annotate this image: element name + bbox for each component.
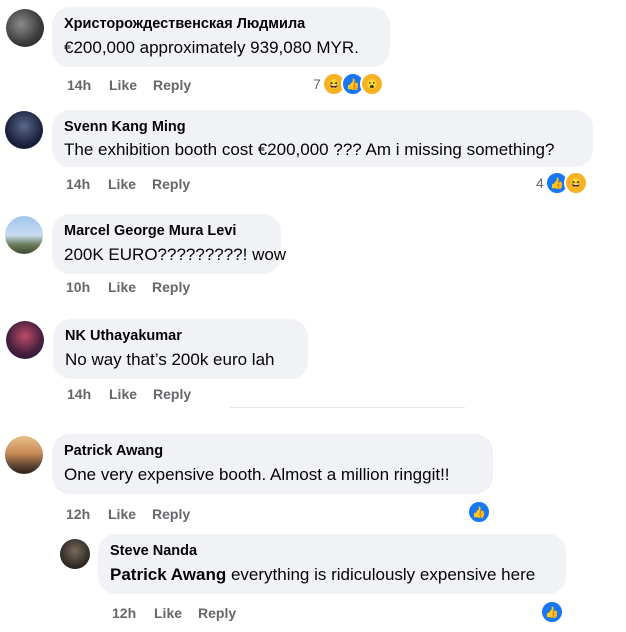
comment-bubble: Христорождественская Людмила €200,000 ap… xyxy=(52,7,390,67)
reply-link[interactable]: Reply xyxy=(152,176,190,192)
like-link[interactable]: Like xyxy=(154,605,198,621)
like-icon: 👍 xyxy=(467,500,491,524)
comment-bubble: Patrick Awang One very expensive booth. … xyxy=(52,434,493,494)
comment-text: 200K EURO?????????! wow xyxy=(64,245,287,264)
comment-timestamp[interactable]: 14h xyxy=(67,77,109,93)
reaction-count: 4 xyxy=(536,175,544,191)
reaction-summary[interactable]: 4 👍 😆 xyxy=(536,171,588,195)
mention-link[interactable]: Patrick Awang xyxy=(110,565,226,584)
reaction-summary[interactable]: 7 😆 👍 😮 xyxy=(313,72,384,96)
comment-author[interactable]: Patrick Awang xyxy=(64,442,481,460)
comment-author[interactable]: Svenn Kang Ming xyxy=(64,118,581,136)
comment-bubble: Svenn Kang Ming The exhibition booth cos… xyxy=(52,110,593,167)
comment-text: One very expensive booth. Almost a milli… xyxy=(64,465,450,484)
wow-icon: 😮 xyxy=(359,72,384,96)
like-link[interactable]: Like xyxy=(108,506,152,522)
avatar[interactable] xyxy=(60,539,90,569)
like-link[interactable]: Like xyxy=(109,386,153,402)
comment-text: €200,000 approximately 939,080 MYR. xyxy=(64,38,359,57)
comment-text: The exhibition booth cost €200,000 ??? A… xyxy=(64,140,555,159)
comment-bubble: Steve Nanda Patrick Awang everything is … xyxy=(98,534,566,594)
comment-timestamp[interactable]: 10h xyxy=(66,279,108,295)
comment-timestamp[interactable]: 12h xyxy=(66,506,108,522)
comment-author[interactable]: Steve Nanda xyxy=(110,542,554,560)
comment-timestamp[interactable]: 12h xyxy=(112,605,154,621)
comment-text: Patrick Awang everything is ridiculously… xyxy=(110,564,554,586)
comment-author[interactable]: Христорождественская Людмила xyxy=(64,15,378,33)
comment-timestamp[interactable]: 14h xyxy=(67,386,109,402)
reply-text: everything is ridiculously expensive her… xyxy=(226,565,536,584)
reaction-summary[interactable]: 👍 xyxy=(467,500,491,524)
comment-author[interactable]: Marcel George Mura Levi xyxy=(64,222,269,240)
comment-timestamp[interactable]: 14h xyxy=(66,176,108,192)
avatar[interactable] xyxy=(5,216,43,254)
like-link[interactable]: Like xyxy=(109,77,153,93)
comment-bubble: NK Uthayakumar No way that’s 200k euro l… xyxy=(53,319,308,379)
avatar[interactable] xyxy=(5,111,43,149)
comment-text: No way that’s 200k euro lah xyxy=(65,350,275,369)
like-link[interactable]: Like xyxy=(108,176,152,192)
reaction-summary[interactable]: 👍 xyxy=(540,600,564,624)
comment-bubble: Marcel George Mura Levi 200K EURO???????… xyxy=(52,214,287,274)
reply-link[interactable]: Reply xyxy=(198,605,236,621)
comment-author[interactable]: NK Uthayakumar xyxy=(65,327,296,345)
reaction-count: 7 xyxy=(313,76,321,92)
reply-link[interactable]: Reply xyxy=(152,279,190,295)
like-icon: 👍 xyxy=(540,600,564,624)
like-link[interactable]: Like xyxy=(108,279,152,295)
avatar[interactable] xyxy=(6,321,44,359)
avatar[interactable] xyxy=(6,9,44,47)
reply-link[interactable]: Reply xyxy=(152,506,190,522)
reply-link[interactable]: Reply xyxy=(153,386,191,402)
avatar[interactable] xyxy=(5,436,43,474)
divider xyxy=(230,407,465,408)
haha-icon: 😆 xyxy=(563,171,588,195)
reply-link[interactable]: Reply xyxy=(153,77,191,93)
